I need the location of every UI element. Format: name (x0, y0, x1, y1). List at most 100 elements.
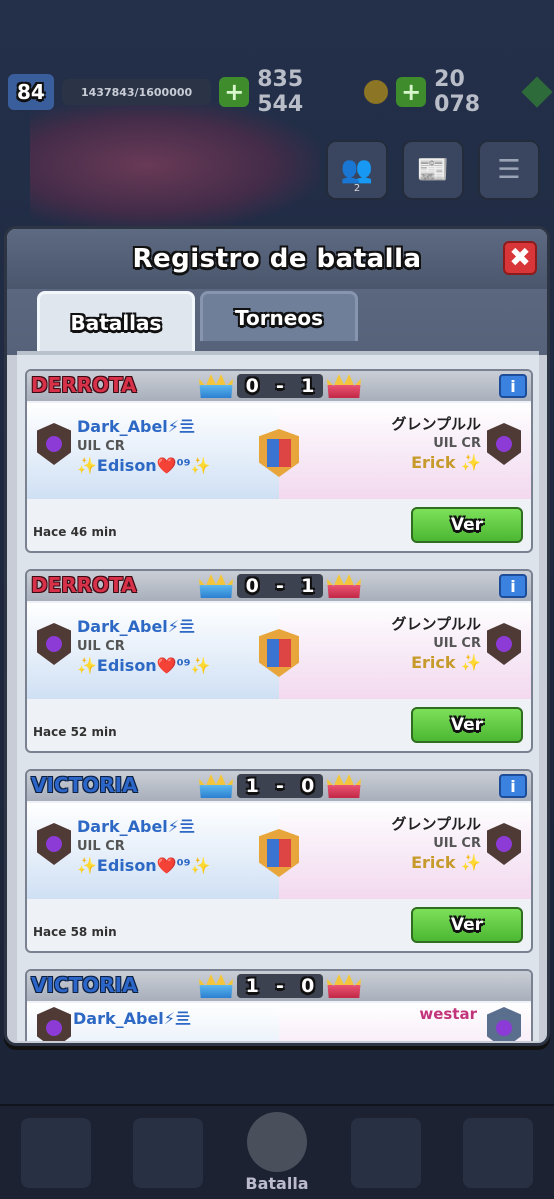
player-info[interactable]: Dark_Abel⚡亖 UIL CR ✨Edison❤️⁰⁹✨ (77, 613, 211, 675)
nav-events[interactable] (462, 1117, 533, 1188)
score-left: 0 (245, 575, 259, 597)
nav-shop[interactable] (21, 1117, 92, 1188)
background-art (30, 100, 320, 230)
battle-log-modal: Registro de batalla ✖ Batallas Torneos D… (4, 226, 550, 1046)
player-info[interactable]: Dark_Abel⚡亖 UIL CR ✨Edison❤️⁰⁹✨ (77, 413, 211, 475)
nav-clan[interactable] (350, 1117, 421, 1188)
opponent-name: グレンプルル (391, 615, 481, 633)
score-left: 0 (245, 375, 259, 397)
player-name: Dark_Abel⚡亖 (77, 417, 196, 436)
gold-amount: 835 544 (257, 67, 304, 117)
opponent-subname: Erick ✨ (411, 653, 481, 672)
player-name: Dark_Abel⚡亖 (73, 1009, 192, 1028)
battle-card: DERROTA 0 - 1 i Dark_Abel⚡亖 UIL CR ✨Edis… (25, 569, 533, 753)
score-right: 0 (301, 975, 315, 997)
info-button[interactable]: i (499, 574, 527, 598)
level-value: 84 (17, 80, 45, 104)
players-row: Dark_Abel⚡亖 UIL CR ✨Edison❤️⁰⁹✨ グレンプルル U… (27, 803, 531, 899)
score: 0 - 1 (237, 374, 323, 398)
xp-value: 1437843/1600000 (80, 85, 193, 99)
add-gems-button[interactable]: + (396, 77, 427, 107)
player-subname: ✨Edison❤️⁰⁹✨ (77, 656, 211, 675)
opponent-clan: UIL CR (433, 436, 481, 451)
news-button[interactable]: 📰 (402, 140, 464, 200)
nav-battle-label: Batalla (245, 1174, 309, 1193)
score-bar: 0 - 1 (197, 573, 363, 599)
battle-card-header: DERROTA 0 - 1 i (27, 371, 531, 401)
level-badge[interactable]: 84 (8, 74, 54, 110)
player-clan: UIL CR (77, 439, 125, 454)
opponent-info[interactable]: westar (419, 1005, 477, 1023)
score-dash: - (276, 575, 284, 597)
opponent-name: グレンプルル (391, 815, 481, 833)
opponent-info[interactable]: グレンプルル UIL CR Erick ✨ (391, 613, 481, 672)
info-icon: i (510, 576, 516, 596)
red-crown-icon (327, 374, 361, 398)
battle-card-header: VICTORIA 1 - 0 (27, 971, 531, 1001)
gem-icon (521, 76, 553, 108)
battle-card-header: VICTORIA 1 - 0 i (27, 771, 531, 801)
tab-tournaments[interactable]: Torneos (200, 291, 358, 341)
view-replay-label: Ver (450, 715, 484, 735)
close-button[interactable]: ✖ (503, 241, 537, 275)
info-icon: i (510, 376, 516, 396)
score-bar: 1 - 0 (197, 973, 363, 999)
swords-icon (246, 1112, 307, 1172)
view-replay-button[interactable]: Ver (411, 507, 523, 543)
add-gold-button[interactable]: + (219, 77, 250, 107)
view-replay-label: Ver (450, 915, 484, 935)
player-clan: UIL CR (77, 639, 125, 654)
player-name: Dark_Abel⚡亖 (77, 617, 196, 636)
nav-cards[interactable] (133, 1117, 204, 1188)
red-crown-icon (327, 974, 361, 998)
battle-card: VICTORIA 1 - 0 Dark_Abel⚡亖 westar (25, 969, 533, 1041)
opponent-clan: UIL CR (433, 836, 481, 851)
nav-battle[interactable]: Batalla (245, 1112, 309, 1193)
battle-card-header: DERROTA 0 - 1 i (27, 571, 531, 601)
blue-crown-icon (199, 574, 233, 598)
tab-battles[interactable]: Batallas (37, 291, 195, 351)
battle-list[interactable]: DERROTA 0 - 1 i Dark_Abel⚡亖 UIL CR ✨Edis… (17, 351, 539, 1041)
score-left: 1 (245, 975, 259, 997)
score-right: 1 (301, 575, 315, 597)
score-bar: 1 - 0 (197, 773, 363, 799)
friends-button[interactable]: 👥 2 (326, 140, 388, 200)
battle-card: DERROTA 0 - 1 i Dark_Abel⚡亖 UIL CR ✨Edis… (25, 369, 533, 553)
hamburger-icon: ☰ (497, 155, 521, 185)
info-button[interactable]: i (499, 374, 527, 398)
top-bar: 84 1437843/1600000 + 835 544 + 20 078 (8, 67, 553, 117)
score-dash: - (276, 775, 284, 797)
opponent-subname: Erick ✨ (411, 853, 481, 872)
battle-result: VICTORIA (31, 973, 138, 997)
battle-time: Hace 58 min (33, 925, 117, 939)
battle-result: DERROTA (31, 373, 137, 397)
player-subname: ✨Edison❤️⁰⁹✨ (77, 856, 211, 875)
close-icon: ✖ (509, 243, 531, 273)
score-bar: 0 - 1 (197, 373, 363, 399)
info-icon: i (510, 776, 516, 796)
opponent-info[interactable]: グレンプルル UIL CR Erick ✨ (391, 413, 481, 472)
red-crown-icon (327, 774, 361, 798)
score: 0 - 1 (237, 574, 323, 598)
player-info[interactable]: Dark_Abel⚡亖 UIL CR ✨Edison❤️⁰⁹✨ (77, 813, 211, 875)
menu-button[interactable]: ☰ (478, 140, 540, 200)
side-buttons: 👥 2 📰 ☰ (326, 140, 540, 200)
opponent-info[interactable]: グレンプルル UIL CR Erick ✨ (391, 813, 481, 872)
player-info[interactable]: Dark_Abel⚡亖 (73, 1005, 191, 1029)
opponent-name: グレンプルル (391, 415, 481, 433)
players-row: Dark_Abel⚡亖 UIL CR ✨Edison❤️⁰⁹✨ グレンプルル U… (27, 403, 531, 499)
opponent-name: westar (419, 1005, 477, 1023)
view-replay-button[interactable]: Ver (411, 707, 523, 743)
news-icon: 📰 (416, 155, 450, 185)
score-right: 1 (301, 375, 315, 397)
battle-time: Hace 52 min (33, 725, 117, 739)
view-replay-button[interactable]: Ver (411, 907, 523, 943)
battle-result: VICTORIA (31, 773, 138, 797)
modal-title: Registro de batalla (132, 244, 422, 274)
xp-bar: 1437843/1600000 (61, 79, 212, 105)
info-button[interactable]: i (499, 774, 527, 798)
score-left: 1 (245, 775, 259, 797)
battle-result: DERROTA (31, 573, 137, 597)
friends-count: 2 (353, 182, 361, 194)
modal-header: Registro de batalla ✖ (7, 229, 547, 289)
